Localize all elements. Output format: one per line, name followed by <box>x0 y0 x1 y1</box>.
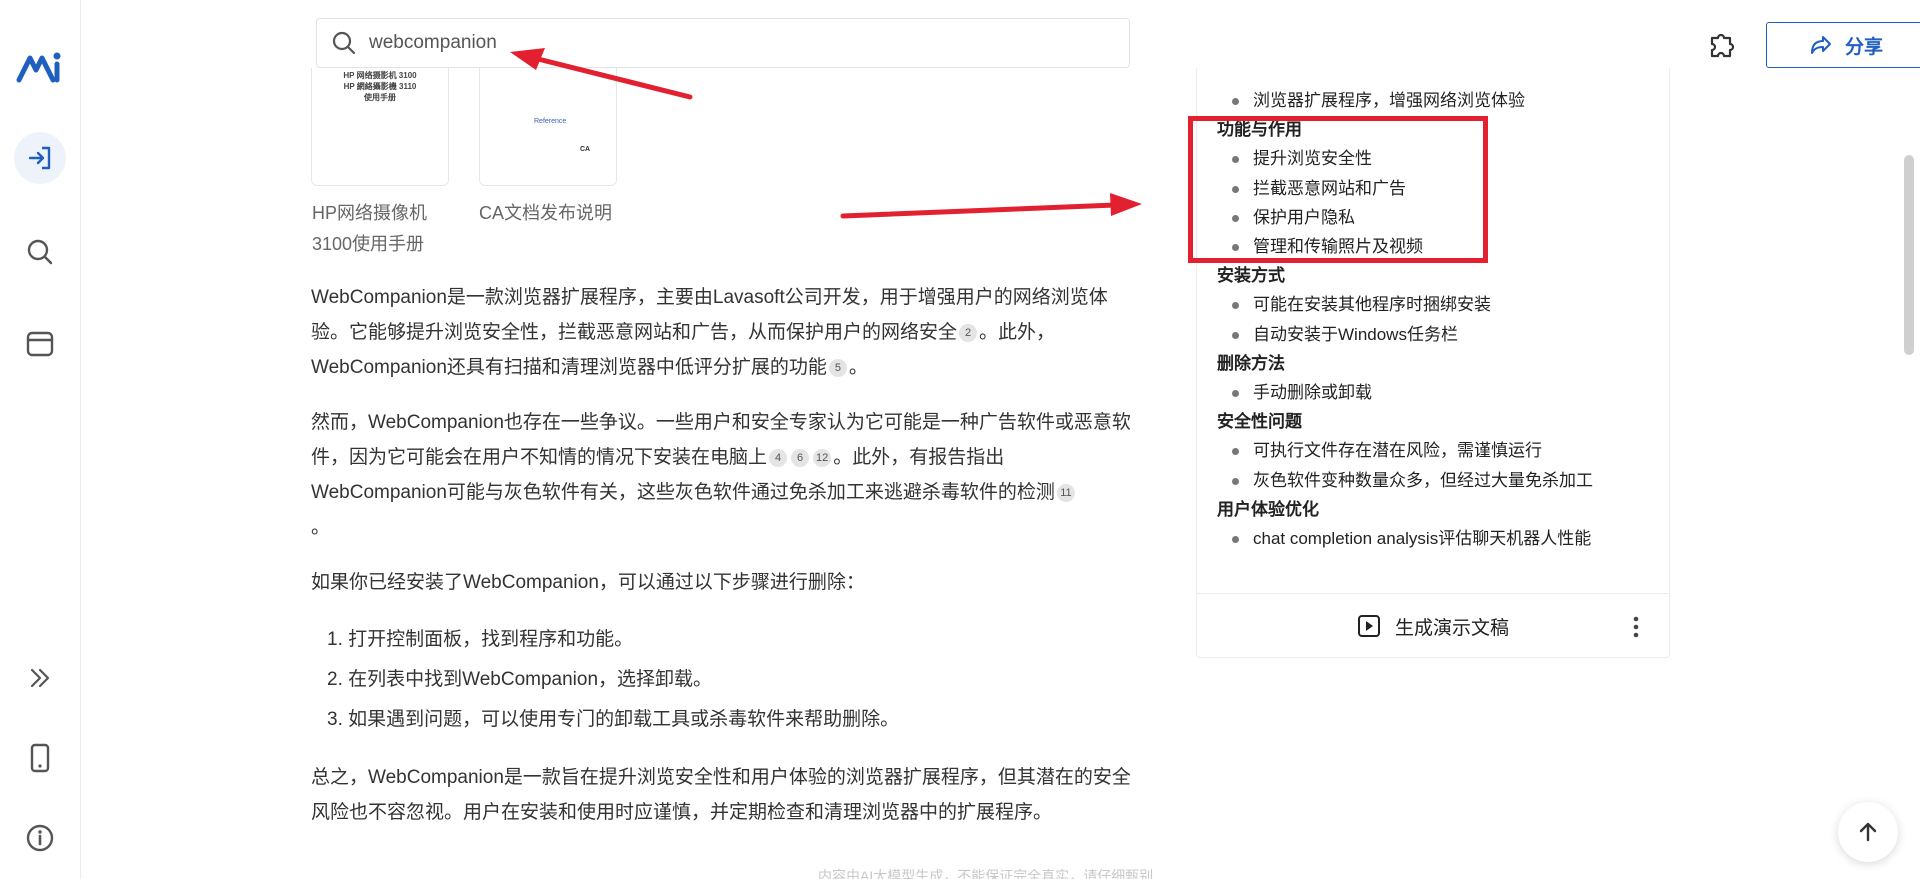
list-item: 灰色软件变种数量众多，但经过大量免杀加工 <box>1217 466 1669 495</box>
paragraph: 然而，WebCompanion也存在一些争议。一些用户和安全专家认为它可能是一种… <box>311 412 1131 538</box>
paragraph: 总之，WebCompanion是一款旨在提升浏览安全性和用户体验的浏览器扩展程序… <box>311 767 1131 823</box>
section-heading: 功能与作用 <box>1217 120 1302 140</box>
thumbnail-caption[interactable]: CA文档发布说明 <box>479 198 612 229</box>
section-heading: 删除方法 <box>1217 354 1285 374</box>
thumb-doc-line: Reference <box>534 118 567 125</box>
list-item: 2. 在列表中找到WebCompanion，选择卸载。 <box>327 669 713 690</box>
ai-disclaimer: 内容由AI大模型生成，不能保证完全真实，请仔细甄别 <box>818 868 1154 879</box>
share-button[interactable]: 分享 <box>1766 22 1920 68</box>
search-input[interactable] <box>369 32 1069 54</box>
document-thumbnail[interactable]: HP 网络摄影机 3100 HP 網絡攝影機 3110 使用手册 <box>311 68 449 186</box>
puzzle-icon <box>1710 33 1735 58</box>
list-item: 浏览器扩展程序，增强网络浏览体验 <box>1217 86 1669 115</box>
login-button[interactable] <box>14 132 66 184</box>
library-nav-button[interactable] <box>14 318 66 370</box>
section: 删除方法 手动删除或卸载 <box>1217 349 1669 407</box>
list-item: 1. 打开控制面板，找到程序和功能。 <box>327 629 634 650</box>
list-item: 拦截恶意网站和广告 <box>1217 174 1669 203</box>
expand-sidebar-button[interactable] <box>14 652 66 704</box>
thumb-doc-line: HP 网络摄影机 3100 <box>343 71 417 80</box>
thumb-doc-line: CA <box>580 146 591 153</box>
section: 安装方式 可能在安装其他程序时捆绑安装 自动安装于Windows任务栏 <box>1217 261 1669 349</box>
citation-badge[interactable]: 4 <box>769 449 788 467</box>
section: 功能与作用 提升浏览安全性 拦截恶意网站和广告 保护用户隐私 管理和传输照片及视… <box>1217 115 1669 261</box>
section: 用户体验优化 chat completion analysis评估聊天机器人性能 <box>1217 495 1669 553</box>
section-heading: 用户体验优化 <box>1217 499 1319 519</box>
list-item: 管理和传输照片及视频 <box>1217 232 1669 261</box>
search-icon <box>332 31 356 55</box>
search-bar[interactable] <box>316 18 1130 68</box>
document-thumbnail[interactable]: Reference CA <box>479 68 617 186</box>
thumb-doc-line: HP 網絡攝影機 3110 <box>343 82 417 91</box>
citation-badge[interactable]: 5 <box>828 359 847 377</box>
annotation-arrow <box>840 193 1142 219</box>
window-icon <box>26 331 54 357</box>
list-item: 可执行文件存在潜在风险，需谨慎运行 <box>1217 436 1669 465</box>
back-to-top-button[interactable] <box>1838 802 1898 862</box>
list-item: 手动删除或卸载 <box>1217 378 1669 407</box>
answer-article: WebCompanion是一款浏览器扩展程序，主要由Lavasoft公司开发，用… <box>311 280 1137 850</box>
section: 安全性问题 可执行文件存在潜在风险，需谨慎运行 灰色软件变种数量众多，但经过大量… <box>1217 407 1669 495</box>
phone-icon <box>30 743 50 773</box>
share-icon <box>1810 36 1831 54</box>
search-nav-button[interactable] <box>14 226 66 278</box>
thumb-doc-line: 使用手册 <box>364 93 396 102</box>
thumbnail-caption[interactable]: HP网络摄像机3100使用手册 <box>312 198 442 260</box>
section-heading: 安装方式 <box>1217 266 1285 286</box>
list-item: 保护用户隐私 <box>1217 203 1669 232</box>
citation-badge[interactable]: 2 <box>959 324 978 342</box>
share-label: 分享 <box>1844 36 1883 58</box>
removal-steps: 1. 打开控制面板，找到程序和功能。 2. 在列表中找到WebCompanion… <box>327 620 1137 740</box>
login-icon <box>28 146 51 170</box>
search-icon <box>27 239 53 265</box>
citation-badge[interactable]: 11 <box>1056 484 1075 502</box>
about-button[interactable] <box>14 812 66 864</box>
play-icon <box>1357 615 1380 637</box>
info-icon <box>26 824 54 852</box>
list-item: 可能在安装其他程序时捆绑安装 <box>1217 290 1669 319</box>
list-item: chat completion analysis评估聊天机器人性能 <box>1217 524 1669 553</box>
list-item: 自动安装于Windows任务栏 <box>1217 320 1669 349</box>
more-options-icon[interactable] <box>1633 616 1639 638</box>
generate-label: 生成演示文稿 <box>1394 617 1509 639</box>
arrow-up-icon <box>1859 822 1877 842</box>
double-chevron-right-icon <box>30 668 50 688</box>
plugin-button[interactable] <box>1702 26 1740 64</box>
summary-panel: 浏览器扩展程序，增强网络浏览体验 功能与作用 提升浏览安全性 拦截恶意网站和广告… <box>1196 68 1670 658</box>
mobile-app-button[interactable] <box>14 732 66 784</box>
generate-presentation-button[interactable]: 生成演示文稿 <box>1197 593 1669 658</box>
citation-badge[interactable]: 6 <box>791 449 810 467</box>
app-logo[interactable] <box>16 50 62 84</box>
paragraph: 如果你已经安装了WebCompanion，可以通过以下步骤进行删除： <box>311 572 865 593</box>
scrollbar-thumb[interactable] <box>1904 155 1914 355</box>
section-heading: 安全性问题 <box>1217 412 1302 432</box>
paragraph: WebCompanion是一款浏览器扩展程序，主要由Lavasoft公司开发，用… <box>311 287 1108 378</box>
list-item: 提升浏览安全性 <box>1217 144 1669 173</box>
citation-badge[interactable]: 12 <box>813 449 832 467</box>
list-item: 3. 如果遇到问题，可以使用专门的卸载工具或杀毒软件来帮助删除。 <box>327 709 900 730</box>
left-sidebar <box>0 0 81 879</box>
